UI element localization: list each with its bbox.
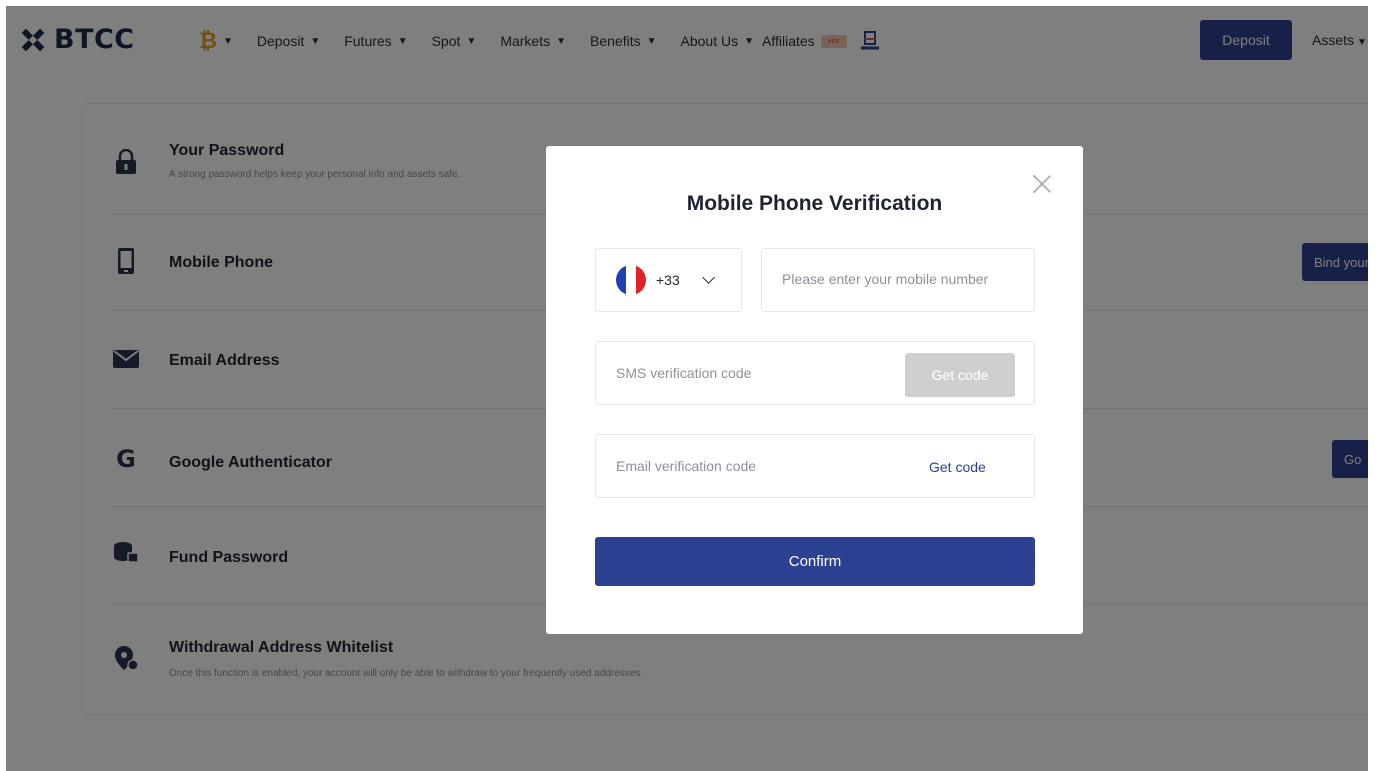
sms-code-input[interactable]	[616, 365, 876, 381]
dialog-title: Mobile Phone Verification	[686, 192, 943, 215]
sms-get-code-button[interactable]: Get code	[905, 353, 1015, 397]
phone-number-field	[761, 248, 1035, 312]
close-icon[interactable]	[1032, 174, 1052, 194]
confirm-button[interactable]: Confirm	[595, 537, 1035, 586]
country-dial-code: +33	[656, 272, 680, 288]
mobile-phone-verification-dialog: Mobile Phone Verification +33 Get code G…	[546, 146, 1083, 634]
chevron-down-icon	[701, 271, 715, 284]
email-get-code-link[interactable]: Get code	[929, 459, 986, 475]
france-flag-icon	[616, 265, 646, 295]
email-code-input[interactable]	[616, 458, 876, 474]
phone-number-input[interactable]	[782, 271, 1022, 287]
country-code-select[interactable]: +33	[595, 248, 742, 312]
sms-code-field: Get code	[595, 341, 1035, 405]
email-code-field: Get code	[595, 434, 1035, 498]
app-frame: BTCC ₿ ▼ Deposit▼ Futures▼ Spot▼ Markets…	[6, 6, 1368, 771]
